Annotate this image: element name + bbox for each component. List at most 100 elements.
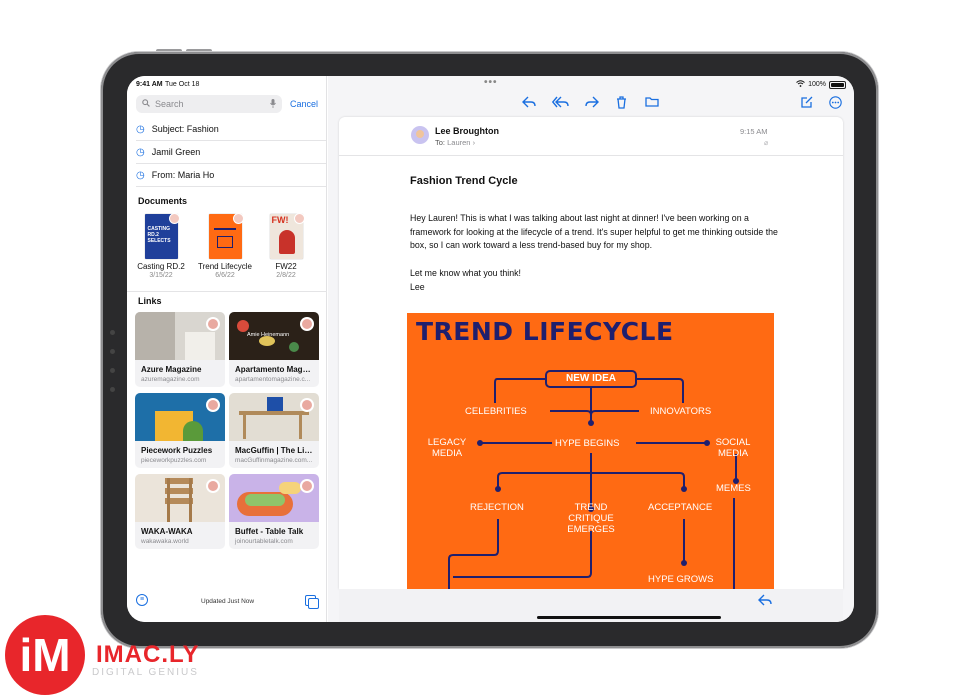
status-right: 100% [796, 80, 846, 89]
document-date: 3/15/22 [149, 272, 173, 279]
link-thumbnail [135, 393, 225, 441]
link-card[interactable]: Amie Heinemann Apartamento Maga... apart… [229, 312, 319, 387]
attachment-icon: ⌀ [764, 140, 769, 147]
link-card[interactable]: WAKA-WAKA wakawaka.world [135, 474, 225, 549]
link-thumbnail [229, 393, 319, 441]
message-time: 9:15 AM [740, 127, 768, 136]
document-thumbnail: FW! [269, 213, 305, 259]
innovators-node: INNOVATORS [650, 406, 712, 417]
search-icon [142, 99, 150, 109]
message-paragraph: Let me know what you think! [410, 268, 521, 278]
recent-search-label: Subject: Fashion [151, 124, 219, 134]
link-title: Piecework Puzzles [141, 446, 213, 455]
link-title: MacGuffin | The Lif... [235, 446, 314, 455]
status-date: Tue Oct 18 [165, 81, 200, 88]
watermark-brand: IMAC.LY [96, 641, 200, 668]
links-heading: Links [138, 296, 162, 306]
rejection-node: REJECTION [470, 502, 524, 513]
search-field[interactable]: Search [136, 95, 282, 113]
message-footer [339, 589, 843, 622]
link-url: pieceworkpuzzles.com [141, 457, 207, 464]
documents-heading: Documents [138, 196, 188, 206]
recent-search-label: From: Maria Ho [151, 170, 215, 180]
microphone-icon[interactable] [270, 98, 276, 110]
trend-lifecycle-image[interactable]: TREND LIFECYCLE NEW IDEA CELEBRITIES INN… [407, 313, 774, 589]
document-date: 2/8/22 [276, 272, 296, 279]
message-header: Lee Broughton To: Lauren › 9:15 AM ⌀ [339, 117, 843, 156]
reply-icon[interactable] [522, 96, 536, 110]
link-card[interactable]: Azure Magazine azuremagazine.com [135, 312, 225, 387]
mailboxes-icon[interactable] [305, 595, 319, 609]
recent-search-item[interactable]: ◷ Jamil Green [136, 141, 326, 164]
link-card[interactable]: Piecework Puzzles pieceworkpuzzles.com [135, 393, 225, 468]
history-icon: ◷ [136, 123, 145, 135]
document-name: Casting RD.2 [137, 262, 185, 271]
recent-search-item[interactable]: ◷ Subject: Fashion [136, 118, 326, 141]
multitasking-dots-icon[interactable]: ••• [484, 77, 498, 88]
recent-search-label: Jamil Green [151, 147, 201, 157]
cancel-button[interactable]: Cancel [290, 99, 318, 109]
hype-begins-node: HYPE BEGINS [555, 438, 620, 449]
celebrities-node: CELEBRITIES [465, 406, 527, 417]
sidebar-footer: ≡ Updated Just Now [127, 588, 327, 618]
message-subject: Fashion Trend Cycle [410, 175, 518, 187]
home-indicator[interactable] [537, 616, 721, 619]
document-thumbnail: CASTING RD.2 SELECTS [144, 213, 180, 259]
document-thumbnail [208, 213, 244, 259]
message-paragraph: Hey Lauren! This is what I was talking a… [410, 213, 778, 251]
hype-grows-node: HYPE GROWS [648, 574, 714, 585]
update-status: Updated Just Now [201, 598, 255, 605]
link-thumbnail [135, 474, 225, 522]
message-pane: Lee Broughton To: Lauren › 9:15 AM ⌀ Fas… [328, 76, 854, 622]
recent-search-item[interactable]: ◷ From: Maria Ho [136, 164, 326, 187]
recipient-line[interactable]: To: Lauren › [435, 138, 475, 147]
folder-icon[interactable] [645, 96, 659, 109]
message-signature: Lee [410, 282, 425, 292]
document-item[interactable]: Trend Lifecycle 6/6/22 [195, 213, 255, 279]
link-card[interactable]: MacGuffin | The Lif... macGuffinmagazine… [229, 393, 319, 468]
link-thumbnail [229, 474, 319, 522]
link-thumbnail [135, 312, 225, 360]
reply-icon[interactable] [758, 594, 772, 609]
recipient-name: Lauren [447, 138, 471, 147]
divider [127, 291, 327, 292]
ipad-screen: Search Cancel ◷ Subject: Fashion ◷ Jamil… [127, 76, 854, 622]
side-camera-dots [110, 330, 116, 406]
message-view: Lee Broughton To: Lauren › 9:15 AM ⌀ Fas… [339, 117, 843, 589]
new-idea-node: NEW IDEA [545, 370, 637, 388]
search-placeholder: Search [155, 99, 184, 109]
link-title: Buffet - Table Talk [235, 527, 304, 536]
chevron-right-icon: › [472, 138, 476, 147]
reply-all-icon[interactable] [551, 96, 569, 110]
link-url: wakawaka.world [141, 538, 189, 545]
trend-critique-node: TREND CRITIQUE EMERGES [567, 502, 615, 535]
more-icon[interactable] [829, 96, 842, 111]
forward-icon[interactable] [585, 96, 599, 110]
compose-icon[interactable] [801, 96, 813, 110]
battery-icon [829, 80, 846, 89]
status-bar: 9:41 AM Tue Oct 18 ••• 100% [127, 76, 854, 92]
document-item[interactable]: CASTING RD.2 SELECTS Casting RD.2 3/15/2… [131, 213, 191, 279]
link-url: apartamentomagazine.c... [235, 376, 311, 383]
status-time: 9:41 AM [136, 81, 163, 88]
sender-name[interactable]: Lee Broughton [435, 126, 499, 136]
document-date: 6/6/22 [215, 272, 235, 279]
link-card[interactable]: Buffet - Table Talk joinourtabletalk.com [229, 474, 319, 549]
acceptance-node: ACCEPTANCE [648, 502, 713, 513]
link-url: joinourtabletalk.com [235, 538, 293, 545]
watermark-tagline: DIGITAL GENIUS [92, 667, 199, 678]
filter-icon[interactable]: ≡ [136, 594, 148, 606]
document-item[interactable]: FW! FW22 2/8/22 [256, 213, 316, 279]
search-sidebar: Search Cancel ◷ Subject: Fashion ◷ Jamil… [127, 76, 327, 622]
sender-avatar [411, 126, 429, 144]
watermark-logo: iM [5, 615, 85, 695]
legacy-media-node: LEGACY MEDIA [427, 437, 467, 459]
history-icon: ◷ [136, 169, 145, 181]
history-icon: ◷ [136, 146, 145, 158]
link-thumbnail: Amie Heinemann [229, 312, 319, 360]
wifi-icon [796, 80, 805, 89]
link-url: azuremagazine.com [141, 376, 200, 383]
link-title: Azure Magazine [141, 365, 202, 374]
trash-icon[interactable] [616, 96, 627, 111]
link-url: macGuffinmagazine.com... [235, 457, 313, 464]
